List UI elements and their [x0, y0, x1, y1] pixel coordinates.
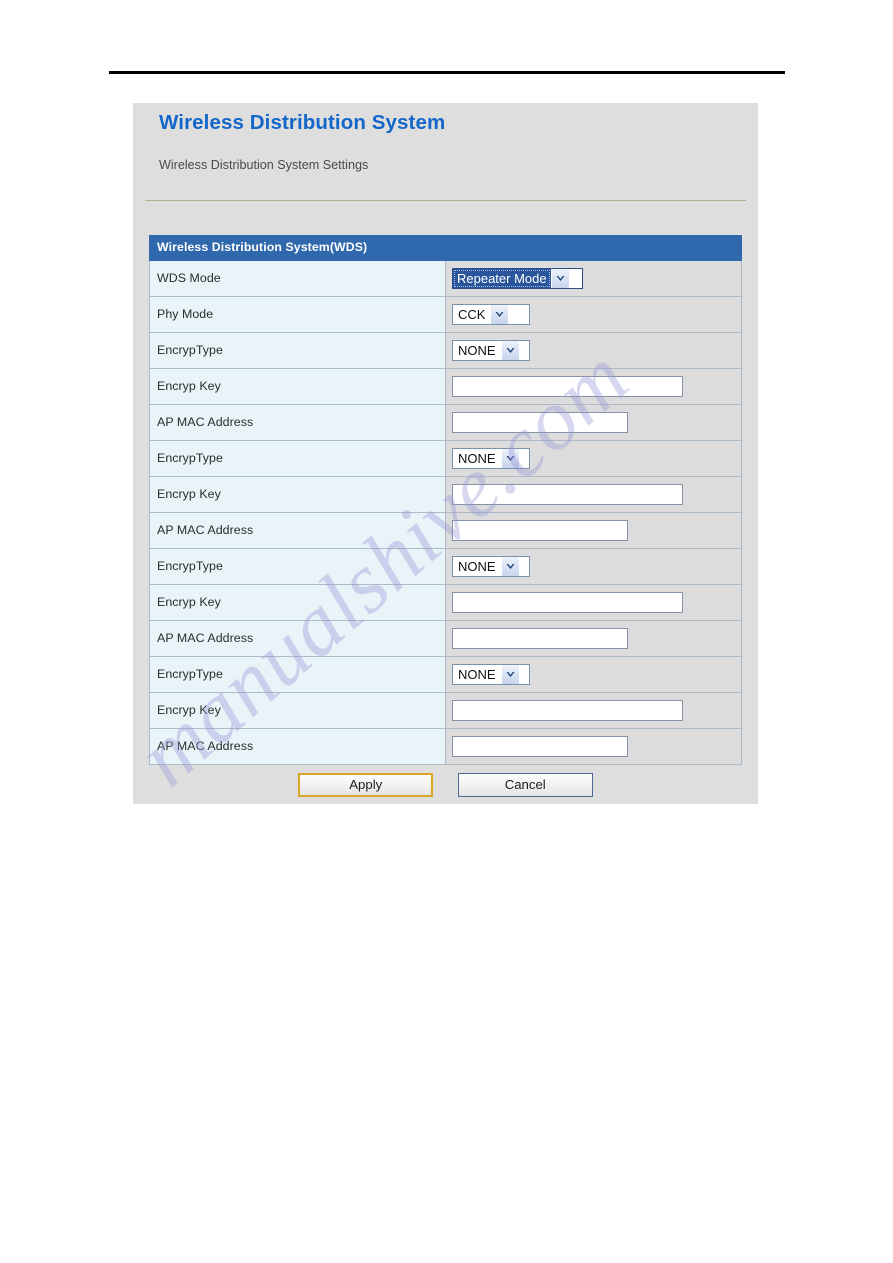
row-label: Encryp Key	[149, 475, 446, 513]
table-section-header: Wireless Distribution System(WDS)	[149, 235, 742, 261]
row-label: AP MAC Address	[149, 727, 446, 765]
input-encryp-key[interactable]	[452, 591, 683, 613]
select-value: NONE	[458, 558, 496, 574]
chevron-down-icon	[506, 455, 515, 461]
row-control-cell: NONE	[445, 547, 742, 585]
page-subtitle: Wireless Distribution System Settings	[159, 158, 369, 172]
row-control-cell: NONE	[445, 439, 742, 477]
chevron-down-icon	[495, 311, 504, 317]
chevron-down-icon	[506, 347, 515, 353]
table-row: AP MAC Address	[149, 511, 742, 549]
chevron-down-icon[interactable]	[500, 664, 519, 684]
wds-settings-table: Wireless Distribution System(WDS) WDS Mo…	[149, 235, 742, 765]
table-row: Phy Mode CCK	[149, 295, 742, 333]
row-label: Encryp Key	[149, 691, 446, 729]
row-label: AP MAC Address	[149, 511, 446, 549]
table-row: AP MAC Address	[149, 727, 742, 765]
select-encryptype[interactable]: NONE	[452, 663, 530, 685]
row-control-cell	[445, 691, 742, 729]
form-action-bar: Apply Cancel	[149, 773, 742, 797]
row-control-cell: CCK	[445, 295, 742, 333]
row-control-cell	[445, 727, 742, 765]
table-row: EncrypType NONE	[149, 655, 742, 693]
table-row: Encryp Key	[149, 367, 742, 405]
row-control-cell	[445, 367, 742, 405]
apply-button[interactable]: Apply	[298, 773, 434, 797]
select-value: NONE	[458, 342, 496, 358]
table-row: Encryp Key	[149, 691, 742, 729]
row-control-cell: NONE	[445, 331, 742, 369]
table-row: EncrypType NONE	[149, 331, 742, 369]
select-value: NONE	[458, 666, 496, 682]
select-value: Repeater Mode	[453, 268, 551, 288]
row-label: EncrypType	[149, 547, 446, 585]
row-label: EncrypType	[149, 655, 446, 693]
row-control-cell	[445, 403, 742, 441]
row-control-cell	[445, 619, 742, 657]
table-row: AP MAC Address	[149, 403, 742, 441]
table-row: EncrypType NONE	[149, 439, 742, 477]
table-row: EncrypType NONE	[149, 547, 742, 585]
row-control-cell: Repeater Mode	[445, 259, 742, 297]
chevron-down-icon	[506, 671, 515, 677]
table-row: AP MAC Address	[149, 619, 742, 657]
wds-settings-panel: Wireless Distribution System Wireless Di…	[133, 103, 758, 804]
input-ap-mac-address[interactable]	[452, 411, 628, 433]
select-phy-mode[interactable]: CCK	[452, 303, 530, 325]
input-encryp-key[interactable]	[452, 699, 683, 721]
input-encryp-key[interactable]	[452, 375, 683, 397]
page-top-rule	[109, 71, 785, 74]
row-label: AP MAC Address	[149, 619, 446, 657]
row-control-cell: NONE	[445, 655, 742, 693]
row-control-cell	[445, 511, 742, 549]
row-control-cell	[445, 475, 742, 513]
row-label: Encryp Key	[149, 367, 446, 405]
select-value: CCK	[458, 306, 486, 322]
table-row: Encryp Key	[149, 583, 742, 621]
row-label: WDS Mode	[149, 259, 446, 297]
chevron-down-icon	[506, 563, 515, 569]
select-value: NONE	[458, 450, 496, 466]
row-label: Phy Mode	[149, 295, 446, 333]
input-encryp-key[interactable]	[452, 483, 683, 505]
table-row: WDS Mode Repeater Mode	[149, 259, 742, 297]
chevron-down-icon[interactable]	[490, 304, 509, 324]
input-ap-mac-address[interactable]	[452, 627, 628, 649]
select-encryptype[interactable]: NONE	[452, 339, 530, 361]
select-encryptype[interactable]: NONE	[452, 447, 530, 469]
table-row: Encryp Key	[149, 475, 742, 513]
chevron-down-icon[interactable]	[500, 556, 519, 576]
chevron-down-icon[interactable]	[550, 268, 569, 288]
input-ap-mac-address[interactable]	[452, 519, 628, 541]
row-label: EncrypType	[149, 439, 446, 477]
row-control-cell	[445, 583, 742, 621]
row-label: EncrypType	[149, 331, 446, 369]
select-encryptype[interactable]: NONE	[452, 555, 530, 577]
header-divider	[145, 200, 746, 201]
input-ap-mac-address[interactable]	[452, 735, 628, 757]
chevron-down-icon	[556, 275, 565, 281]
row-label: AP MAC Address	[149, 403, 446, 441]
select-wds-mode[interactable]: Repeater Mode	[452, 267, 583, 289]
page-title: Wireless Distribution System	[159, 111, 446, 134]
row-label: Encryp Key	[149, 583, 446, 621]
cancel-button[interactable]: Cancel	[457, 773, 593, 797]
chevron-down-icon[interactable]	[500, 448, 519, 468]
chevron-down-icon[interactable]	[500, 340, 519, 360]
